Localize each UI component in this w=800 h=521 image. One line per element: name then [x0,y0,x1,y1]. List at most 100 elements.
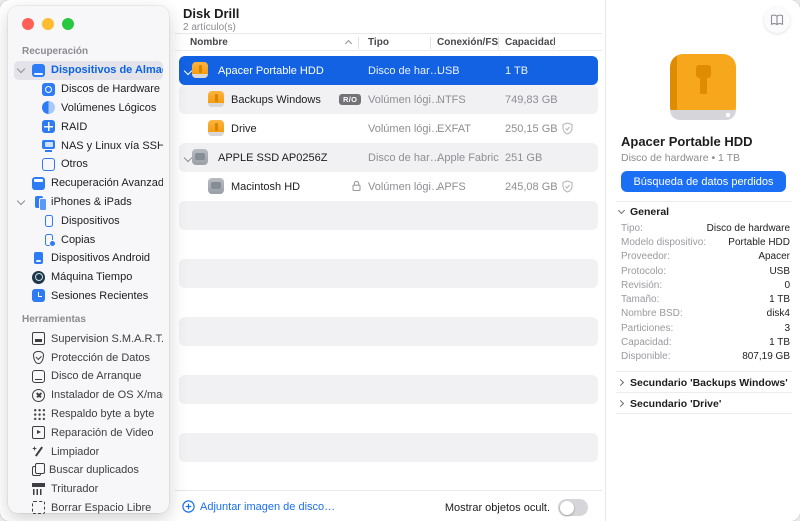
property-row: Capacidad: 1 TB [621,335,790,349]
divider [616,371,792,372]
empty-table-row [179,201,598,230]
sidebar-item-nas-linux-ssh[interactable]: NAS y Linux vía SSH [14,136,163,155]
sidebar-item-label: Limpiador [51,445,100,458]
sidebar-item-byte-backup[interactable]: Respaldo byte a byte [14,405,163,424]
drive-name: Backups Windows [231,93,321,106]
sidebar-item-label: Volúmenes Lógicos [61,101,157,114]
attach-disk-image-link[interactable]: Adjuntar imagen de disco… [182,500,335,513]
column-header-connection-fs[interactable]: Conexión/FS [437,37,498,48]
sidebar-item-recent-sessions[interactable]: Sesiones Recientes [14,287,163,306]
empty-table-row [179,259,598,288]
secondary-backups-windows-section[interactable]: Secundario 'Backups Windows' [618,377,788,389]
sidebar-item-others[interactable]: Otros [14,155,163,174]
sidebar-item-hardware-disks[interactable]: Discos de Hardware [14,80,163,99]
zoom-window-button[interactable] [62,18,74,30]
divider [616,392,792,393]
smart-monitoring-icon [32,332,45,346]
drive-base-band [670,110,736,120]
chevron-down-icon[interactable] [16,197,26,207]
table-row-backups-windows[interactable]: Backups Windows R/O Volúmen lógi… NTFS 7… [179,85,598,114]
drive-fs: NTFS [437,93,466,106]
table-row-macintosh-hd[interactable]: Macintosh HD Volúmen lógi… APFS 245,08 G… [179,172,598,201]
sidebar-item-label: Máquina Tiempo [51,271,133,284]
show-hidden-control: Mostrar objetos ocult. [445,499,588,516]
sidebar-item-cleaner[interactable]: Limpiador [14,442,163,461]
sidebar-section-recovery: Recuperación [22,46,89,57]
sidebar-item-label: Buscar duplicados [49,464,139,477]
drive-capacity: 251 GB [505,151,543,164]
sidebar-item-smart-monitoring[interactable]: Supervision S.M.A.R.T. [14,329,163,348]
close-window-button[interactable] [22,18,34,30]
sidebar-item-raid[interactable]: RAID [14,117,163,136]
property-row: Disponible: 807,19 GB [621,350,790,364]
secondary-drive-section[interactable]: Secundario 'Drive' [618,398,721,410]
chevron-right-icon [618,400,626,408]
property-value: disk4 [766,308,790,320]
property-label: Nombre BSD: [621,308,683,320]
column-divider[interactable] [553,37,554,49]
lock-icon [351,180,362,192]
table-row-apple-ssd[interactable]: APPLE SSD AP0256Z Disco de har… Apple Fa… [179,143,598,172]
sidebar-item-label: Otros [61,158,88,171]
table-row-drive[interactable]: Drive Volúmen lógi… EXFAT 250,15 GB [179,114,598,143]
sidebar-item-erase-free-space[interactable]: Borrar Espacio Libre [14,499,163,518]
sidebar-item-data-protection[interactable]: Protección de Datos [14,348,163,367]
table-row-apacer-hdd[interactable]: Apacer Portable HDD Disco de har… USB 1 … [179,56,598,85]
sidebar-item-find-duplicates[interactable]: Buscar duplicados [14,461,163,480]
sidebar-item-video-repair[interactable]: Reparación de Video [14,423,163,442]
sidebar-item-advanced-recovery[interactable]: Recuperación Avanzada d… [14,174,163,193]
sidebar-item-label: NAS y Linux vía SSH [61,139,163,152]
sidebar-item-label: Instalador de OS X/macOS [51,389,163,402]
selected-drive-subtitle: Disco de hardware • 1 TB [621,152,741,164]
show-hidden-label: Mostrar objetos ocult. [444,501,550,514]
sidebar-item-time-machine[interactable]: Máquina Tiempo [14,268,163,287]
property-value: 3 [784,322,790,334]
column-divider[interactable] [498,37,499,49]
sidebar-item-ios-backups[interactable]: Copias [14,230,163,249]
sidebar-item-ios-devices[interactable]: Dispositivos [14,211,163,230]
sidebar-item-boot-disk[interactable]: Disco de Arranque [14,367,163,386]
column-divider[interactable] [358,37,359,49]
raid-icon [42,120,55,134]
sidebar-item-logical-volumes[interactable]: Volúmenes Lógicos [14,99,163,118]
sidebar-item-os-installer[interactable]: Instalador de OS X/macOS [14,386,163,405]
sidebar-item-label: Protección de Datos [51,351,151,364]
drive-capacity: 749,83 GB [505,93,558,106]
drive-name: Apacer Portable HDD [218,64,324,77]
general-section-header[interactable]: General [618,206,669,218]
app-title: Disk Drill [183,6,240,21]
column-header-name[interactable]: Nombre [190,37,228,48]
search-lost-data-button[interactable]: Búsqueda de datos perdidos [621,171,786,192]
minimize-window-button[interactable] [42,18,54,30]
sidebar-item-label: Respaldo byte a byte [51,407,155,420]
sidebar-item-android-devices[interactable]: Dispositivos Android [14,249,163,268]
help-book-button[interactable] [764,7,790,33]
sidebar-item-shredder[interactable]: Triturador [14,480,163,499]
property-label: Tamaño: [621,294,660,306]
drive-type: Disco de har… [368,151,441,164]
duplicates-icon [32,463,45,477]
column-divider[interactable] [430,37,431,49]
sidebar-item-storage-devices[interactable]: Dispositivos de Almacenaje [14,61,163,80]
column-header-capacity[interactable]: Capacidad [505,37,556,48]
shield-check-icon [561,180,574,193]
external-drive-orange-icon [192,62,208,78]
column-header-type[interactable]: Tipo [368,37,389,48]
empty-table-row [179,317,598,346]
property-value: Disco de hardware [706,222,790,234]
table-footer: Adjuntar imagen de disco… Mostrar objeto… [175,490,602,521]
recent-sessions-icon [32,289,45,303]
chevron-down-icon[interactable] [16,65,26,75]
window-controls [14,16,163,30]
property-value: Apacer [758,251,790,263]
sidebar-item-label: Dispositivos [61,214,120,227]
property-label: Revisión: [621,279,663,291]
drive-name: Drive [231,122,257,135]
sidebar-item-iphones-ipads[interactable]: iPhones & iPads [14,193,163,212]
external-drive-large-icon [670,54,736,120]
show-hidden-toggle[interactable] [558,499,588,516]
empty-table-row [179,230,598,259]
plus-circle-icon [182,500,195,513]
property-row: Revisión: 0 [621,278,790,292]
details-panel: Apacer Portable HDD Disco de hardware • … [605,0,800,521]
